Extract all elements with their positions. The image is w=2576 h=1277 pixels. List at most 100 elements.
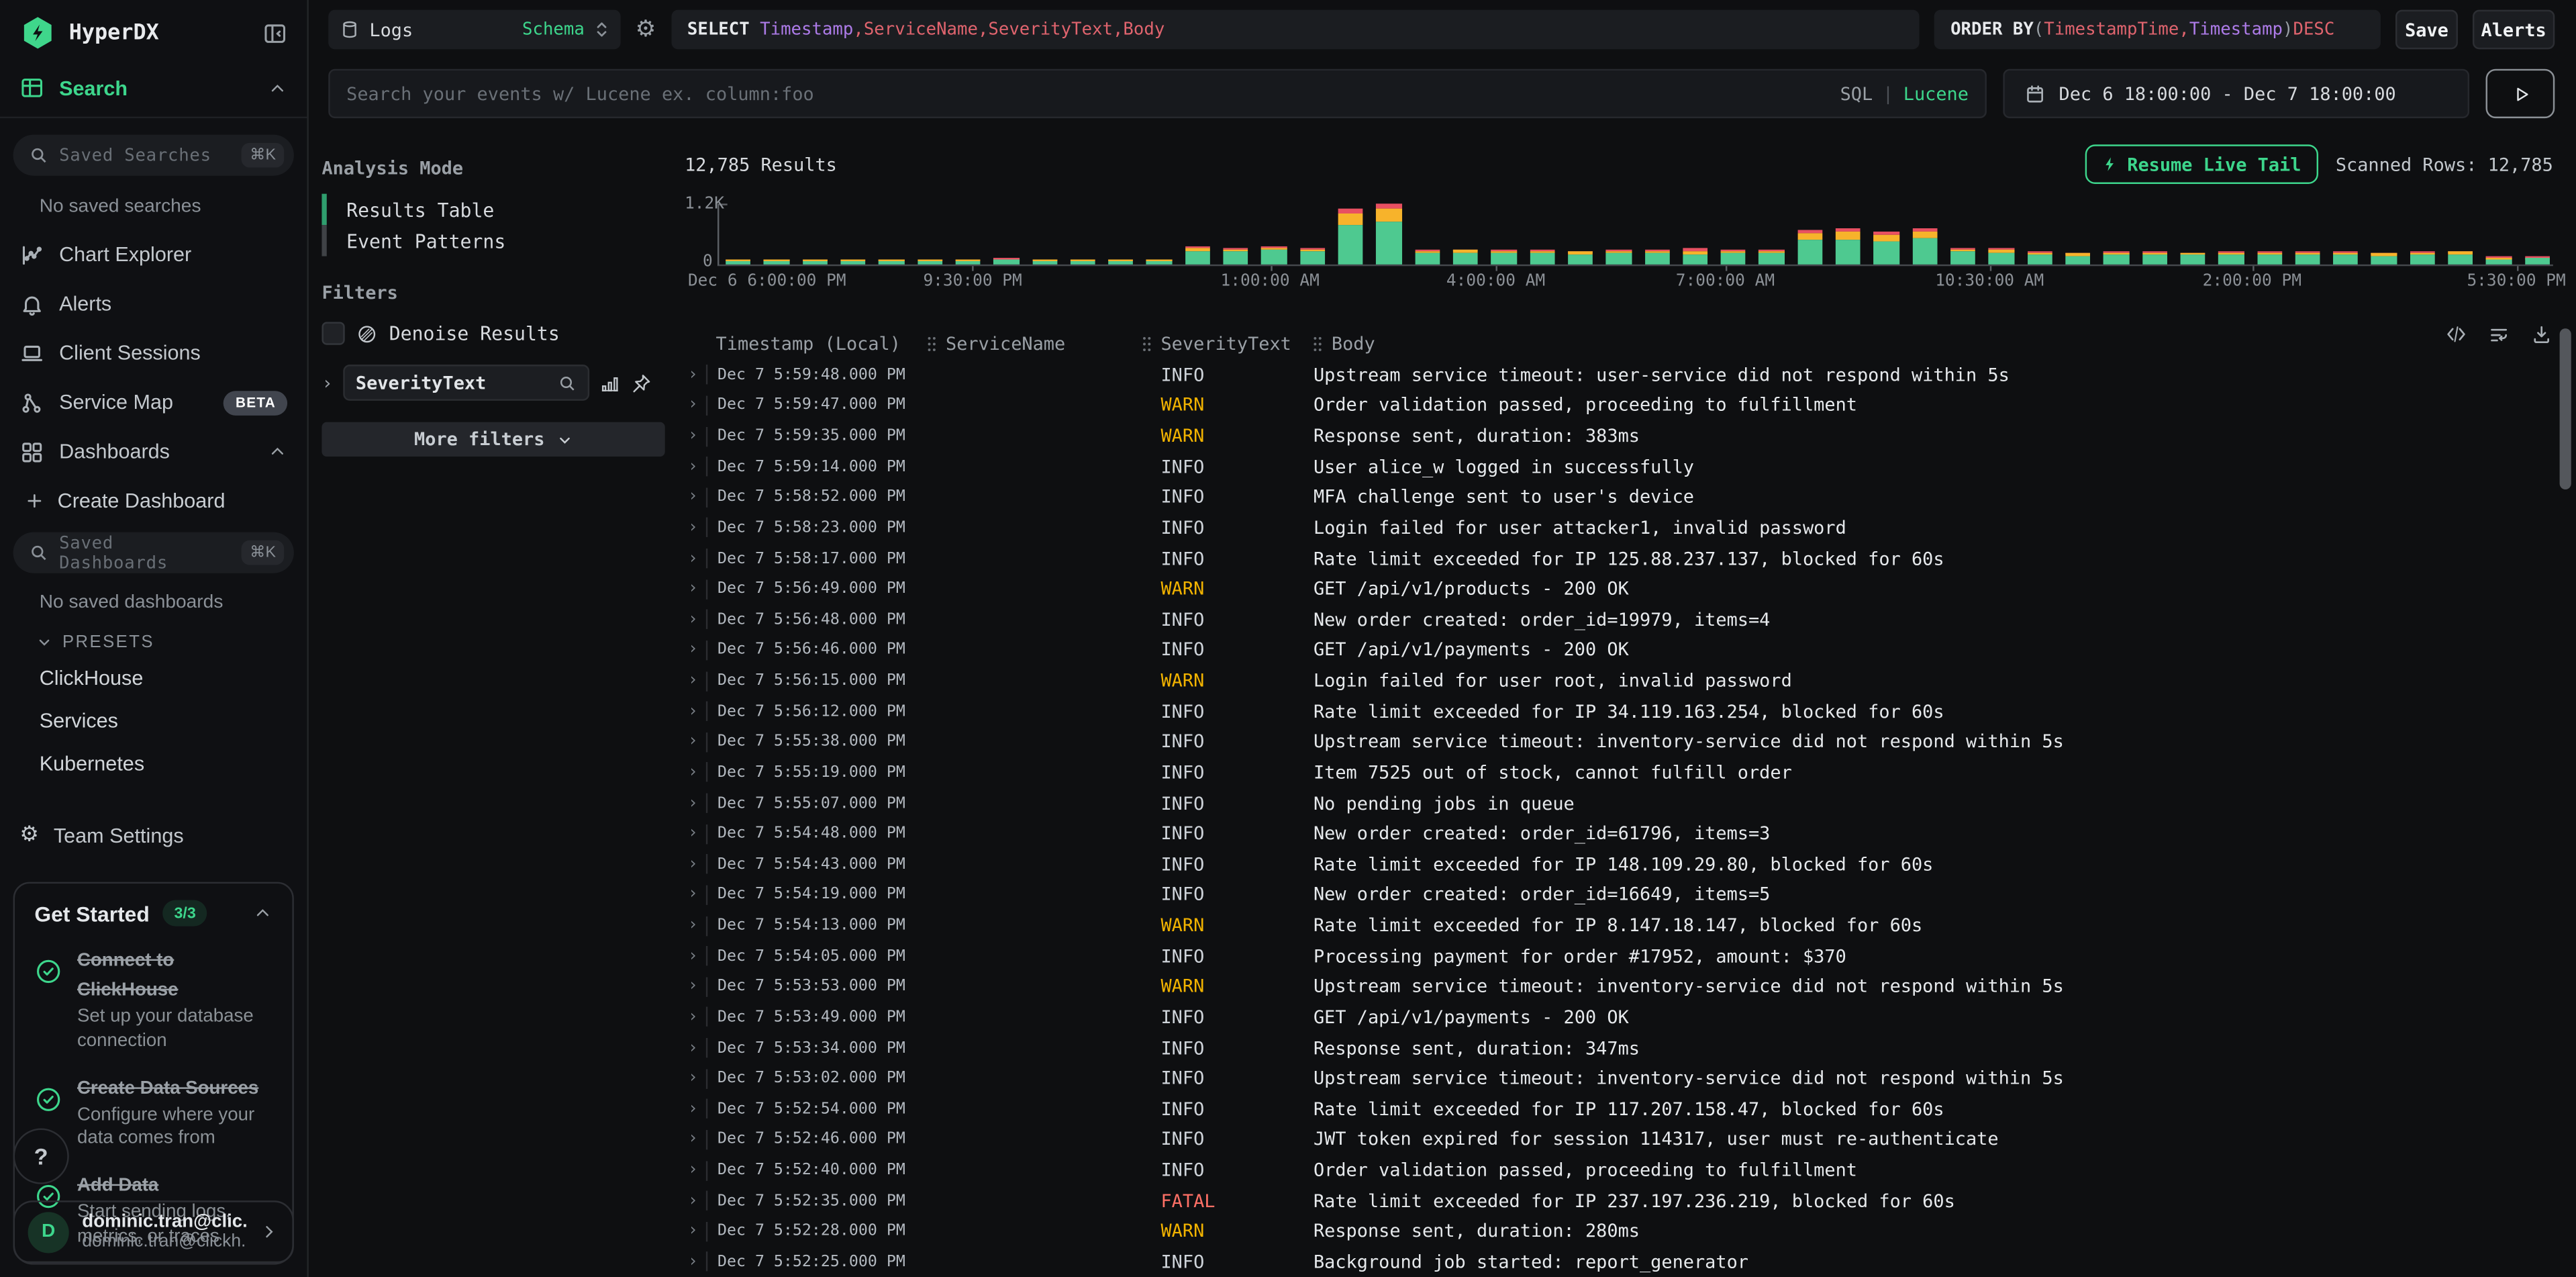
histogram-bar[interactable]: [1568, 250, 1593, 265]
histogram-bar[interactable]: [1759, 250, 1784, 265]
order-by-input[interactable]: ORDER BY (TimestampTime, Timestamp) DESC: [1934, 10, 2381, 50]
table-row[interactable]: ›Dec 7 5:52:54.000 PMINFORate limit exce…: [685, 1094, 2576, 1125]
row-expand-chevron-icon[interactable]: ›: [688, 947, 706, 965]
table-row[interactable]: ›Dec 7 5:53:49.000 PMINFOGET /api/v1/pay…: [685, 1002, 2576, 1033]
histogram-bar[interactable]: [879, 258, 903, 264]
histogram-bar[interactable]: [1224, 248, 1248, 265]
table-row[interactable]: ›Dec 7 5:56:15.000 PMWARNLogin failed fo…: [685, 665, 2576, 696]
row-expand-chevron-icon[interactable]: ›: [688, 733, 706, 751]
table-row[interactable]: ›Dec 7 5:52:25.000 PMINFOBackground job …: [685, 1247, 2576, 1277]
histogram-bar[interactable]: [1836, 229, 1861, 265]
histogram-bar[interactable]: [993, 258, 1018, 265]
histogram-bar[interactable]: [726, 259, 750, 265]
more-filters-button[interactable]: More filters: [321, 422, 664, 457]
table-row[interactable]: ›Dec 7 5:58:23.000 PMINFOLogin failed fo…: [685, 513, 2576, 544]
table-row[interactable]: ›Dec 7 5:56:46.000 PMINFOGET /api/v1/pay…: [685, 635, 2576, 666]
row-expand-chevron-icon[interactable]: ›: [688, 611, 706, 629]
row-expand-chevron-icon[interactable]: ›: [688, 427, 706, 445]
histogram-bar[interactable]: [2333, 252, 2358, 265]
sidebar-item-team-settings[interactable]: ⚙ Team Settings: [0, 812, 307, 859]
row-expand-chevron-icon[interactable]: ›: [688, 488, 706, 506]
drag-handle-icon[interactable]: [926, 334, 938, 352]
histogram-bar[interactable]: [2103, 252, 2128, 265]
sidebar-item-service-map[interactable]: Service Map BETA: [0, 378, 307, 427]
table-row[interactable]: ›Dec 7 5:58:17.000 PMINFORate limit exce…: [685, 543, 2576, 574]
histogram-bar[interactable]: [2142, 252, 2167, 265]
histogram-bar[interactable]: [764, 259, 789, 265]
column-header-body[interactable]: Body: [1312, 332, 2553, 354]
histogram-bar[interactable]: [1683, 248, 1707, 265]
row-expand-chevron-icon[interactable]: ›: [688, 1039, 706, 1057]
table-row[interactable]: ›Dec 7 5:59:14.000 PMINFOUser alice_w lo…: [685, 451, 2576, 482]
table-row[interactable]: ›Dec 7 5:54:19.000 PMINFONew order creat…: [685, 880, 2576, 910]
table-row[interactable]: ›Dec 7 5:53:34.000 PMINFOResponse sent, …: [685, 1033, 2576, 1063]
histogram-bar[interactable]: [2486, 256, 2511, 264]
get-started-step-sources[interactable]: Create Data Sources Configure where your…: [34, 1072, 273, 1151]
table-row[interactable]: ›Dec 7 5:55:19.000 PMINFOItem 7525 out o…: [685, 757, 2576, 788]
row-expand-chevron-icon[interactable]: ›: [688, 580, 706, 598]
lucene-toggle[interactable]: Lucene: [1903, 83, 1969, 105]
chevron-up-icon[interactable]: [253, 904, 273, 923]
histogram-bar[interactable]: [1950, 248, 1975, 265]
chevron-up-icon[interactable]: [268, 78, 287, 97]
row-expand-chevron-icon[interactable]: ›: [688, 702, 706, 720]
row-expand-chevron-icon[interactable]: ›: [688, 1192, 706, 1210]
histogram-bar[interactable]: [1606, 250, 1631, 265]
histogram-bar[interactable]: [2218, 252, 2243, 265]
source-select[interactable]: Logs Schema: [328, 10, 620, 50]
help-button[interactable]: ?: [13, 1127, 69, 1183]
select-query-input[interactable]: SELECT Timestamp,ServiceName,SeverityTex…: [671, 10, 1919, 50]
histogram-bar[interactable]: [1644, 250, 1669, 265]
mode-results-table[interactable]: Results Table: [321, 194, 664, 225]
denoise-results-toggle[interactable]: Denoise Results: [321, 322, 664, 344]
row-expand-chevron-icon[interactable]: ›: [688, 1131, 706, 1149]
row-expand-chevron-icon[interactable]: ›: [688, 519, 706, 537]
table-row[interactable]: ›Dec 7 5:54:43.000 PMINFORate limit exce…: [685, 849, 2576, 880]
row-expand-chevron-icon[interactable]: ›: [688, 763, 706, 782]
table-row[interactable]: ›Dec 7 5:59:35.000 PMWARNResponse sent, …: [685, 421, 2576, 452]
event-search-input[interactable]: Search your events w/ Lucene ex. column:…: [328, 69, 1987, 118]
histogram-bar[interactable]: [1912, 229, 1937, 265]
row-expand-chevron-icon[interactable]: ›: [688, 1008, 706, 1027]
sidebar-item-alerts[interactable]: Alerts: [0, 279, 307, 328]
sidebar-item-client-sessions[interactable]: Client Sessions: [0, 328, 307, 377]
histogram-bar[interactable]: [2371, 252, 2396, 265]
histogram-bar[interactable]: [840, 258, 865, 265]
table-row[interactable]: ›Dec 7 5:53:02.000 PMINFOUpstream servic…: [685, 1063, 2576, 1094]
code-view-icon[interactable]: [2444, 324, 2467, 345]
table-row[interactable]: ›Dec 7 5:52:40.000 PMINFOOrder validatio…: [685, 1155, 2576, 1186]
wrap-lines-icon[interactable]: [2487, 324, 2510, 345]
histogram-bar[interactable]: [1108, 259, 1133, 265]
table-row[interactable]: ›Dec 7 5:56:48.000 PMINFONew order creat…: [685, 604, 2576, 635]
search-icon[interactable]: [558, 374, 576, 392]
sidebar-item-chart-explorer[interactable]: Chart Explorer: [0, 230, 307, 279]
saved-searches-input[interactable]: Saved Searches ⌘K: [13, 135, 294, 176]
histogram-bar[interactable]: [1874, 232, 1899, 265]
histogram-bar[interactable]: [1262, 246, 1287, 265]
sql-toggle[interactable]: SQL: [1840, 83, 1873, 105]
row-expand-chevron-icon[interactable]: ›: [688, 672, 706, 690]
table-row[interactable]: ›Dec 7 5:52:35.000 PMFATALRate limit exc…: [685, 1186, 2576, 1217]
histogram-bar[interactable]: [1032, 259, 1056, 265]
histogram-plot[interactable]: 1.2K 0: [717, 203, 2553, 266]
histogram-bar[interactable]: [2257, 251, 2281, 265]
row-expand-chevron-icon[interactable]: ›: [688, 549, 706, 567]
gear-icon[interactable]: ⚙: [636, 16, 656, 42]
table-row[interactable]: ›Dec 7 5:53:53.000 PMWARNUpstream servic…: [685, 972, 2576, 1002]
pin-icon[interactable]: [630, 372, 651, 393]
table-row[interactable]: ›Dec 7 5:59:47.000 PMWARNOrder validatio…: [685, 390, 2576, 421]
vertical-scrollbar[interactable]: [2560, 328, 2571, 489]
row-expand-chevron-icon[interactable]: ›: [688, 1253, 706, 1271]
sidebar-item-dashboards[interactable]: Dashboards: [0, 427, 307, 476]
chevron-up-icon[interactable]: [268, 442, 287, 461]
row-expand-chevron-icon[interactable]: ›: [688, 916, 706, 935]
histogram-bar[interactable]: [1797, 230, 1822, 265]
run-query-button[interactable]: [2486, 69, 2555, 118]
histogram-bar[interactable]: [2410, 252, 2434, 265]
download-icon[interactable]: [2530, 324, 2553, 345]
table-row[interactable]: ›Dec 7 5:56:49.000 PMWARNGET /api/v1/pro…: [685, 574, 2576, 605]
histogram-bar[interactable]: [2027, 251, 2052, 264]
column-header-severitytext[interactable]: SeverityText: [1141, 332, 1311, 354]
sidebar-item-search[interactable]: Search: [0, 62, 307, 118]
mode-event-patterns[interactable]: Event Patterns: [321, 225, 664, 256]
